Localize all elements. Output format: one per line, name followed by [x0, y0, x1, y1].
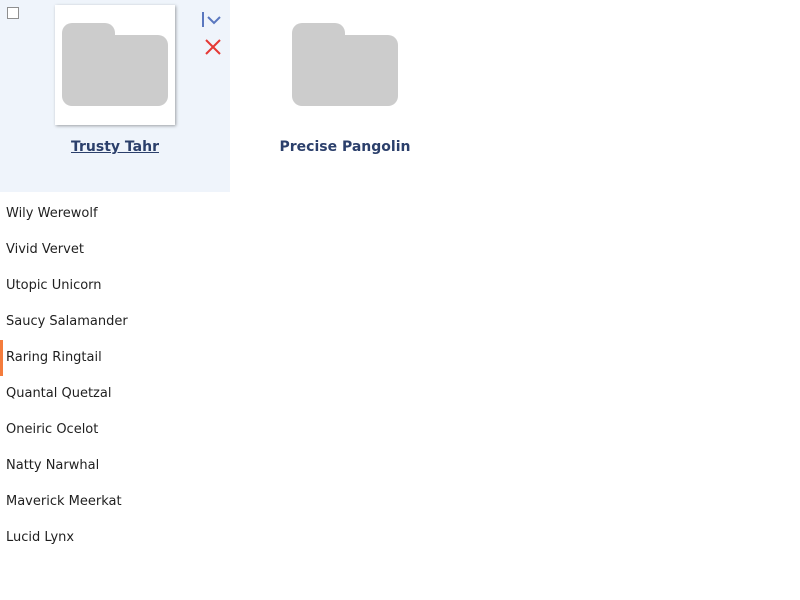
list-item[interactable]: Quantal Quetzal	[0, 376, 230, 412]
remove-button[interactable]	[204, 38, 222, 56]
list-item-active[interactable]: Raring Ringtail	[0, 340, 230, 376]
folder-label[interactable]: Precise Pangolin	[230, 139, 460, 155]
list-item[interactable]: Oneiric Ocelot	[0, 412, 230, 448]
chevron-down-icon	[207, 16, 221, 25]
folder-tile[interactable]: Precise Pangolin	[230, 0, 460, 192]
folder-tile-selected[interactable]: Trusty Tahr	[0, 0, 230, 192]
list-item[interactable]: Maverick Meerkat	[0, 484, 230, 520]
folder-icon	[292, 23, 398, 107]
page: Trusty Tahr Precise Pangolin Wily Werewo…	[0, 0, 800, 600]
list-item[interactable]: Saucy Salamander	[0, 304, 230, 340]
list-item[interactable]: Wily Werewolf	[0, 196, 230, 232]
release-list: Wily Werewolf Vivid Vervet Utopic Unicor…	[0, 196, 230, 556]
folder-thumbnail[interactable]	[285, 5, 405, 125]
folder-thumbnail[interactable]	[55, 5, 175, 125]
folder-icon	[62, 23, 168, 107]
list-item[interactable]: Natty Narwhal	[0, 448, 230, 484]
dropdown-button[interactable]	[200, 10, 224, 30]
select-checkbox[interactable]	[7, 7, 19, 19]
close-icon	[205, 39, 221, 55]
folder-label[interactable]: Trusty Tahr	[0, 139, 230, 155]
list-item[interactable]: Lucid Lynx	[0, 520, 230, 556]
list-item[interactable]: Vivid Vervet	[0, 232, 230, 268]
list-item[interactable]: Utopic Unicorn	[0, 268, 230, 304]
